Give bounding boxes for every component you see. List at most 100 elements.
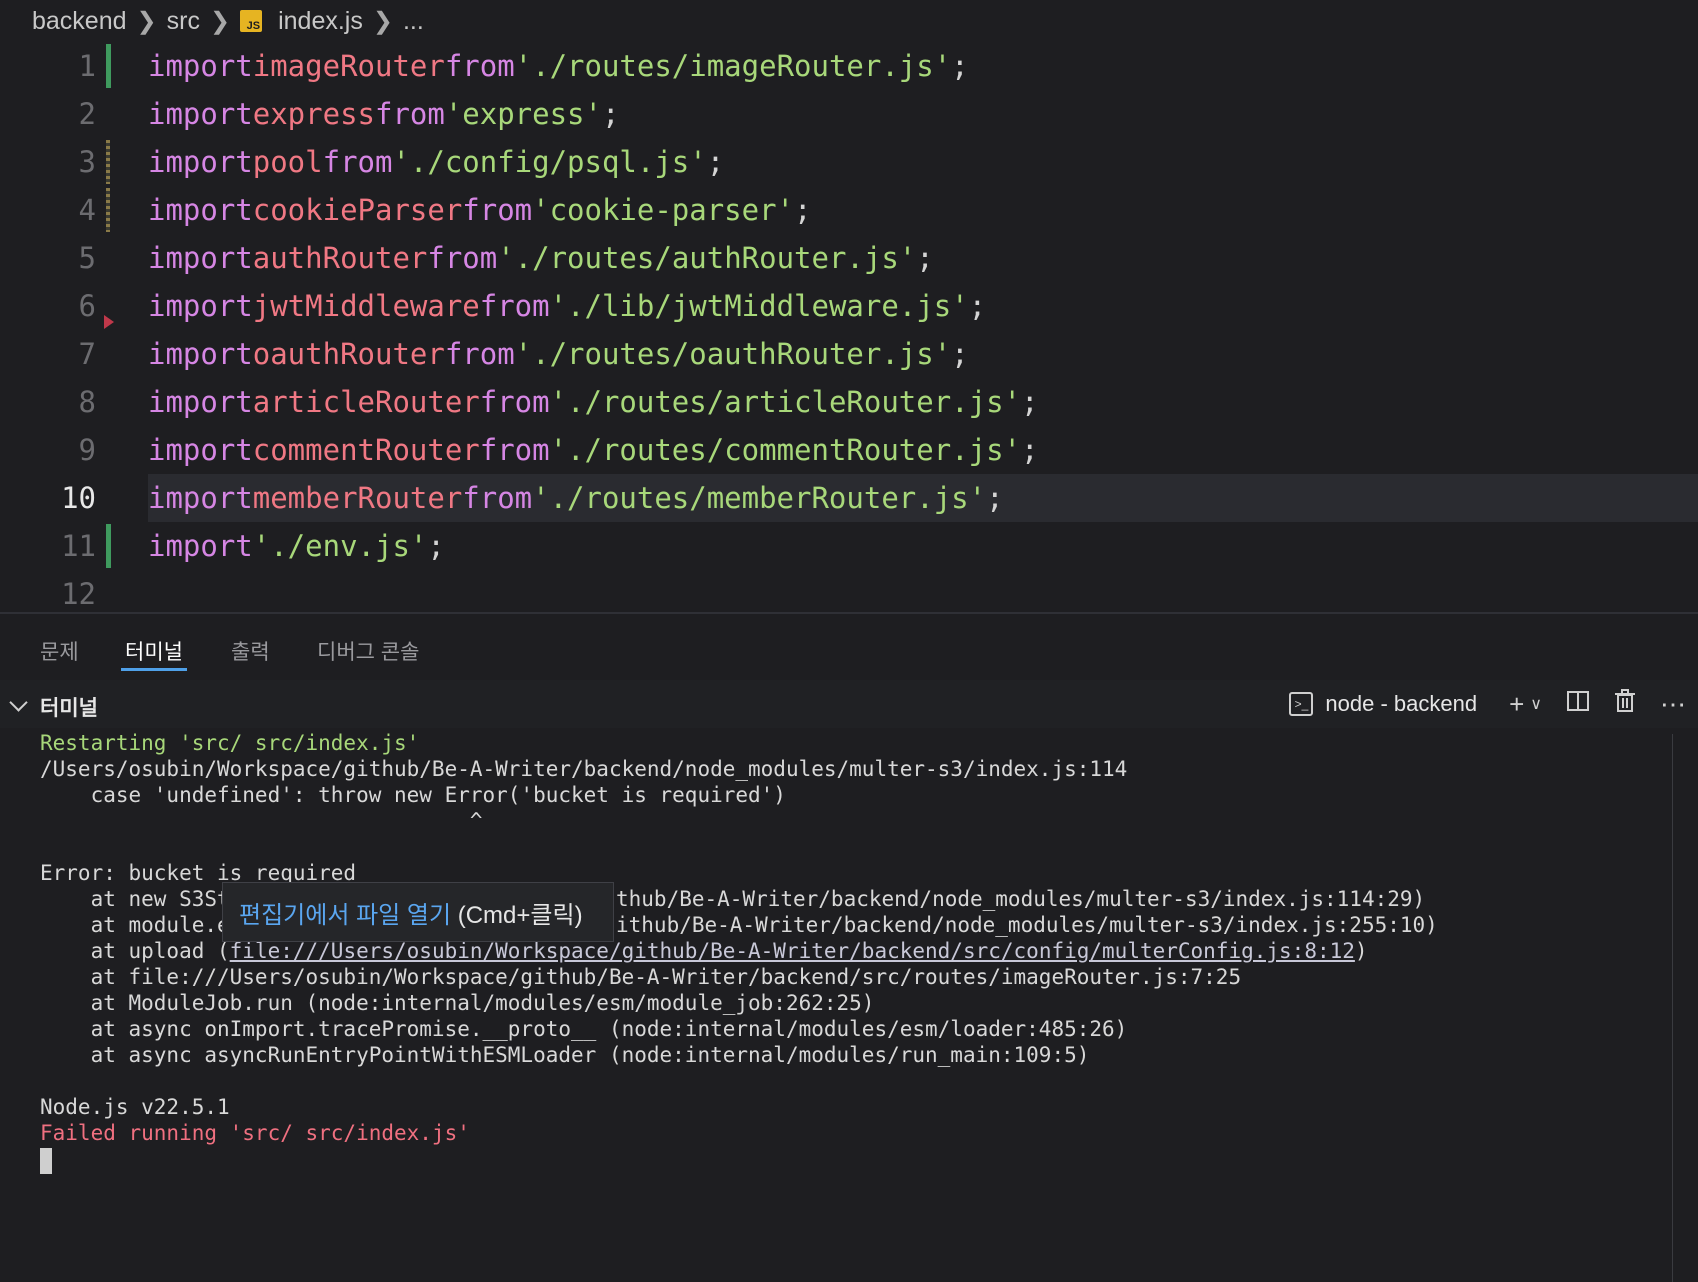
open-in-editor-link[interactable]: 편집기에서 파일 열기	[239, 895, 451, 930]
line-number[interactable]: 3	[40, 145, 96, 179]
line-number[interactable]: 5	[40, 241, 96, 275]
chevron-down-icon[interactable]	[9, 693, 28, 712]
code-punctuation: ;	[951, 49, 969, 83]
terminal-scrollbar[interactable]	[1672, 734, 1698, 1282]
code-line[interactable]: 5 import authRouter from './routes/authRo…	[0, 234, 1698, 282]
stack-path-link[interactable]: ithub/Be-A-Writer/backend/node_modules/m…	[616, 912, 1438, 938]
added-line-marker[interactable]	[106, 524, 111, 568]
modified-line-marker[interactable]	[106, 188, 110, 232]
code-editor[interactable]: 1 import imageRouter from './routes/image…	[0, 42, 1698, 612]
code-identifier: imageRouter	[252, 49, 445, 83]
terminal-section-title[interactable]: 터미널	[40, 692, 98, 722]
tab-terminal[interactable]: 터미널	[125, 636, 183, 666]
breadcrumb-backend[interactable]: backend	[32, 7, 127, 36]
code-line[interactable]: 1 import imageRouter from './routes/image…	[0, 42, 1698, 90]
code-keyword: from	[444, 49, 515, 83]
code-line[interactable]: 11 import './env.js';	[0, 522, 1698, 570]
code-string: './lib/jwtMiddleware.js'	[549, 289, 969, 323]
code-keyword: from	[427, 241, 498, 275]
code-line[interactable]: 3 import pool from './config/psql.js';	[0, 138, 1698, 186]
code-line[interactable]: 9 import commentRouter from './routes/com…	[0, 426, 1698, 474]
code-string: './routes/oauthRouter.js'	[514, 337, 952, 371]
tab-problems[interactable]: 문제	[40, 636, 79, 666]
code-keyword: import	[148, 385, 253, 419]
code-punctuation: ;	[1021, 433, 1039, 467]
line-number[interactable]: 11	[40, 529, 96, 563]
tab-output[interactable]: 출력	[231, 636, 270, 666]
code-text: import oauthRouter from './routes/oauthR…	[148, 330, 1698, 378]
line-number[interactable]: 7	[40, 337, 96, 371]
code-keyword: import	[148, 433, 253, 467]
code-line[interactable]: 12	[0, 570, 1698, 612]
line-number[interactable]: 6	[40, 289, 96, 323]
code-line[interactable]: 7 import oauthRouter from './routes/oauth…	[0, 330, 1698, 378]
code-text: import cookieParser from 'cookie-parser'…	[148, 186, 1698, 234]
terminal-instance-name[interactable]: node - backend	[1325, 691, 1477, 717]
code-text: import commentRouter from './routes/comm…	[148, 426, 1698, 474]
code-keyword: import	[148, 193, 253, 227]
code-keyword: from	[462, 481, 533, 515]
chevron-down-icon[interactable]: ∨	[1530, 694, 1542, 714]
code-line[interactable]: 2 import express from 'express';	[0, 90, 1698, 138]
code-text: import pool from './config/psql.js';	[148, 138, 1698, 186]
terminal-line: Restarting 'src/ src/index.js'	[40, 731, 420, 755]
plus-icon[interactable]: +	[1509, 689, 1524, 720]
stack-suffix: )	[1354, 939, 1368, 963]
code-punctuation: ;	[706, 145, 725, 179]
code-keyword: import	[148, 145, 253, 179]
modified-line-marker[interactable]	[106, 140, 110, 184]
code-punctuation: ;	[601, 97, 620, 131]
code-punctuation: ;	[427, 529, 445, 563]
terminal-cursor	[40, 1148, 52, 1174]
code-line[interactable]: 4 import cookieParser from 'cookie-parser…	[0, 186, 1698, 234]
js-file-icon: JS	[240, 10, 263, 32]
code-line[interactable]: 6 import jwtMiddleware from './lib/jwtMid…	[0, 282, 1698, 330]
line-number[interactable]: 9	[40, 433, 96, 467]
tab-debug-console[interactable]: 디버그 콘솔	[317, 636, 419, 666]
code-identifier: oauthRouter	[252, 337, 445, 371]
line-number[interactable]: 1	[40, 49, 96, 83]
code-string: './routes/authRouter.js'	[497, 241, 917, 275]
split-terminal-icon[interactable]	[1566, 689, 1590, 720]
terminal-line: at file:///Users/osubin/Workspace/github…	[40, 965, 1242, 989]
code-keyword: import	[148, 481, 253, 515]
code-text: import articleRouter from './routes/arti…	[148, 378, 1698, 426]
terminal-line: at new S3St thub/Be-A-Writer/backend/node…	[40, 886, 1426, 912]
code-keyword: import	[148, 289, 253, 323]
code-keyword: from	[462, 193, 533, 227]
code-identifier: cookieParser	[252, 193, 463, 227]
line-number[interactable]: 10	[40, 481, 96, 515]
breadcrumb-file[interactable]: index.js	[278, 7, 363, 36]
line-number[interactable]: 8	[40, 385, 96, 419]
code-punctuation: ;	[951, 337, 969, 371]
terminal-line: ^	[40, 809, 483, 833]
code-line[interactable]: 8 import articleRouter from './routes/art…	[0, 378, 1698, 426]
line-number[interactable]: 2	[40, 97, 96, 131]
code-string: './routes/commentRouter.js'	[549, 433, 1021, 467]
code-identifier: express	[252, 97, 375, 131]
code-identifier: jwtMiddleware	[252, 289, 480, 323]
stack-path-link[interactable]: thub/Be-A-Writer/backend/node_modules/mu…	[616, 886, 1425, 912]
trash-icon[interactable]	[1614, 688, 1636, 720]
code-keyword: from	[479, 385, 550, 419]
added-line-marker[interactable]	[106, 44, 111, 88]
code-line[interactable]: 10 import memberRouter from './routes/mem…	[0, 474, 1698, 522]
terminal-output[interactable]: Restarting 'src/ src/index.js' /Users/os…	[0, 728, 1672, 1282]
file-link[interactable]: file:///Users/osubin/Workspace/github/Be…	[230, 939, 1355, 963]
code-identifier: articleRouter	[252, 385, 480, 419]
line-number[interactable]: 12	[40, 577, 96, 611]
breadcrumb-src[interactable]: src	[167, 7, 200, 36]
code-string: './routes/memberRouter.js'	[532, 481, 987, 515]
line-number[interactable]: 4	[40, 193, 96, 227]
code-text: import authRouter from './routes/authRou…	[148, 234, 1698, 282]
breadcrumb-more[interactable]: ...	[403, 7, 424, 36]
code-string: './routes/imageRouter.js'	[514, 49, 952, 83]
code-string: './env.js'	[252, 529, 428, 563]
more-actions-icon[interactable]: ⋯	[1660, 689, 1686, 720]
terminal-line: at async onImport.tracePromise.__proto__…	[40, 1017, 1128, 1041]
terminal-toolbar: >_ node - backend + ∨ ⋯	[1289, 680, 1698, 728]
code-identifier: authRouter	[252, 241, 428, 275]
tooltip-hint: (Cmd+클릭)	[451, 901, 583, 929]
terminal-line: at module.e ithub/Be-A-Writer/backend/nod…	[40, 912, 1438, 938]
